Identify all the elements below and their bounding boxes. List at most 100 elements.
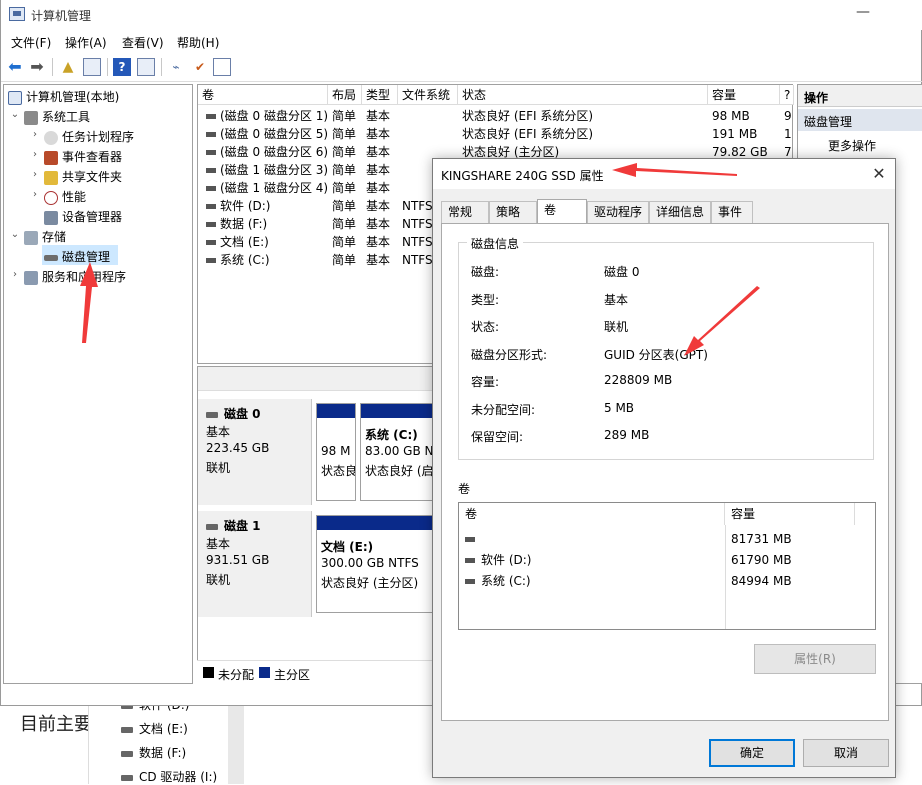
volume-row-cell: 基本	[366, 127, 391, 141]
tab-general[interactable]: 常规	[441, 201, 489, 223]
dialog-volume-row[interactable]: 系统 (C:)	[465, 571, 531, 591]
chevron-right-icon[interactable]: ›	[30, 189, 40, 200]
volume-row-cell: 基本	[366, 181, 391, 195]
background-heading: 目前主要	[20, 714, 92, 735]
tree-item-services-apps[interactable]: 服务和应用程序	[24, 267, 126, 287]
column-header-capacity[interactable]: 容量	[708, 85, 780, 105]
minimize-button[interactable]: —	[849, 4, 877, 26]
volume-row-name[interactable]: 软件 (D:)	[202, 197, 328, 215]
chevron-down-icon[interactable]: ⌄	[10, 229, 20, 240]
disk-1-label[interactable]: 磁盘 1 基本 931.51 GB 联机	[198, 511, 312, 617]
console-tree-icon[interactable]	[83, 58, 101, 76]
connect-icon[interactable]: ⌁	[167, 58, 185, 76]
volume-row-name[interactable]: (磁盘 1 磁盘分区 3)	[202, 161, 328, 179]
volume-icon	[206, 150, 216, 155]
background-item-documents[interactable]: 文档 (E:)	[121, 720, 188, 737]
volume-row-name[interactable]: 系统 (C:)	[202, 251, 328, 269]
disk-info-value: 5 MB	[604, 400, 635, 415]
close-icon[interactable]: ✕	[869, 164, 889, 184]
tree-item-storage[interactable]: 存储	[24, 227, 66, 247]
volume-row-cell: 191 MB	[712, 127, 758, 141]
actions-header: 操作	[798, 85, 922, 107]
volume-row-name[interactable]: 文档 (E:)	[202, 233, 328, 251]
dialog-column-volume[interactable]: 卷	[459, 503, 725, 525]
help-icon[interactable]: ?	[113, 58, 131, 76]
dialog-volume-row[interactable]: 软件 (D:)	[465, 550, 531, 570]
volume-row-cell: 简单	[332, 127, 357, 141]
chevron-right-icon[interactable]: ›	[30, 129, 40, 140]
computer-management-icon	[9, 7, 25, 21]
tab-events[interactable]: 事件	[711, 201, 753, 223]
tab-driver[interactable]: 驱动程序	[587, 201, 649, 223]
column-header-more[interactable]: ?	[780, 85, 794, 105]
volume-row-name[interactable]: (磁盘 0 磁盘分区 1)	[202, 107, 328, 125]
volume-row-cell: 基本	[366, 253, 391, 267]
volume-row-name[interactable]: (磁盘 0 磁盘分区 6)	[202, 143, 328, 161]
disk-0-status: 联机	[206, 461, 231, 475]
actions-section-disk-management[interactable]: 磁盘管理	[798, 109, 922, 131]
volume-row-name[interactable]: (磁盘 1 磁盘分区 4)	[202, 179, 328, 197]
tree-item-system-tools[interactable]: 系统工具	[24, 107, 90, 127]
partition-bar	[317, 404, 355, 418]
properties-icon[interactable]	[213, 58, 231, 76]
tab-details[interactable]: 详细信息	[649, 201, 711, 223]
volume-row-name[interactable]: 数据 (F:)	[202, 215, 328, 233]
tab-policies[interactable]: 策略	[489, 201, 537, 223]
up-folder-icon[interactable]: ▲	[59, 58, 77, 76]
volume-row-cell	[402, 107, 458, 125]
tree-item-disk-management[interactable]: 磁盘管理	[44, 247, 110, 267]
toolbar-separator	[52, 58, 53, 76]
disk-properties-dialog: KINGSHARE 240G SSD 属性 ✕ 常规 策略 卷 驱动程序 详细信…	[432, 158, 896, 778]
menu-action[interactable]: 操作(A)	[65, 34, 107, 51]
background-item-data[interactable]: 数据 (F:)	[121, 744, 186, 761]
column-header-volume[interactable]: 卷	[198, 85, 328, 105]
ok-button[interactable]: 确定	[709, 739, 795, 767]
dialog-volume-row[interactable]	[465, 529, 481, 549]
tree-item-performance[interactable]: 性能	[44, 187, 86, 207]
tree-item-task-scheduler[interactable]: 任务计划程序	[44, 127, 134, 147]
tree-item-root[interactable]: 计算机管理(本地)	[8, 87, 119, 107]
disk-0-label[interactable]: 磁盘 0 基本 223.45 GB 联机	[198, 399, 312, 505]
back-arrow-icon[interactable]: ⬅	[6, 58, 24, 76]
forward-arrow-icon[interactable]: ➡	[28, 58, 46, 76]
menu-file[interactable]: 文件(F)	[11, 34, 51, 51]
menu-help[interactable]: 帮助(H)	[177, 34, 219, 51]
column-header-layout[interactable]: 布局	[328, 85, 362, 105]
volume-row-cell: 基本	[366, 109, 391, 123]
column-header-type[interactable]: 类型	[362, 85, 398, 105]
volume-icon	[206, 222, 216, 227]
chevron-right-icon[interactable]: ›	[30, 169, 40, 180]
tree-item-shared-folders[interactable]: 共享文件夹	[44, 167, 122, 187]
volume-row-cell: 基本	[366, 235, 391, 249]
background-scrollbar[interactable]	[228, 706, 244, 784]
column-header-filesystem[interactable]: 文件系统	[398, 85, 458, 105]
volume-properties-button[interactable]: 属性(R)	[754, 644, 876, 674]
disk-1-type: 基本	[206, 537, 231, 551]
tree-item-event-viewer[interactable]: 事件查看器	[44, 147, 122, 167]
column-header-status[interactable]: 状态	[458, 85, 708, 105]
tab-volumes[interactable]: 卷	[537, 199, 587, 223]
volume-icon	[206, 168, 216, 173]
disk-info-label: 磁盘分区形式:	[471, 347, 548, 362]
chevron-right-icon[interactable]: ›	[30, 149, 40, 160]
cd-drive-icon	[121, 774, 133, 781]
more-actions-link[interactable]: 更多操作	[828, 137, 876, 154]
check-icon[interactable]: ✔	[191, 58, 209, 76]
volume-row-cell: 简单	[332, 181, 357, 195]
chevron-right-icon[interactable]: ›	[10, 269, 20, 280]
volume-row-cell: 简单	[332, 253, 357, 267]
tree-item-device-manager[interactable]: 设备管理器	[44, 207, 122, 227]
disk-0-size: 223.45 GB	[206, 441, 270, 455]
volume-row-name[interactable]: (磁盘 0 磁盘分区 5)	[202, 125, 328, 143]
background-item-cd[interactable]: CD 驱动器 (I:)	[121, 768, 217, 785]
disk-info-value: 磁盘 0	[604, 265, 640, 279]
dialog-title: KINGSHARE 240G SSD 属性	[441, 169, 604, 183]
toolbar: ⬅ ➡ ▲ ? ⌁ ✔	[1, 52, 922, 82]
disk-0-partition-efi[interactable]: 98 M 状态良	[316, 403, 356, 501]
cancel-button[interactable]: 取消	[803, 739, 889, 767]
dialog-column-capacity[interactable]: 容量	[725, 503, 855, 525]
chevron-down-icon[interactable]: ⌄	[10, 109, 20, 120]
menu-view[interactable]: 查看(V)	[122, 34, 164, 51]
show-pane-icon[interactable]	[137, 58, 155, 76]
drive-icon	[121, 726, 133, 733]
